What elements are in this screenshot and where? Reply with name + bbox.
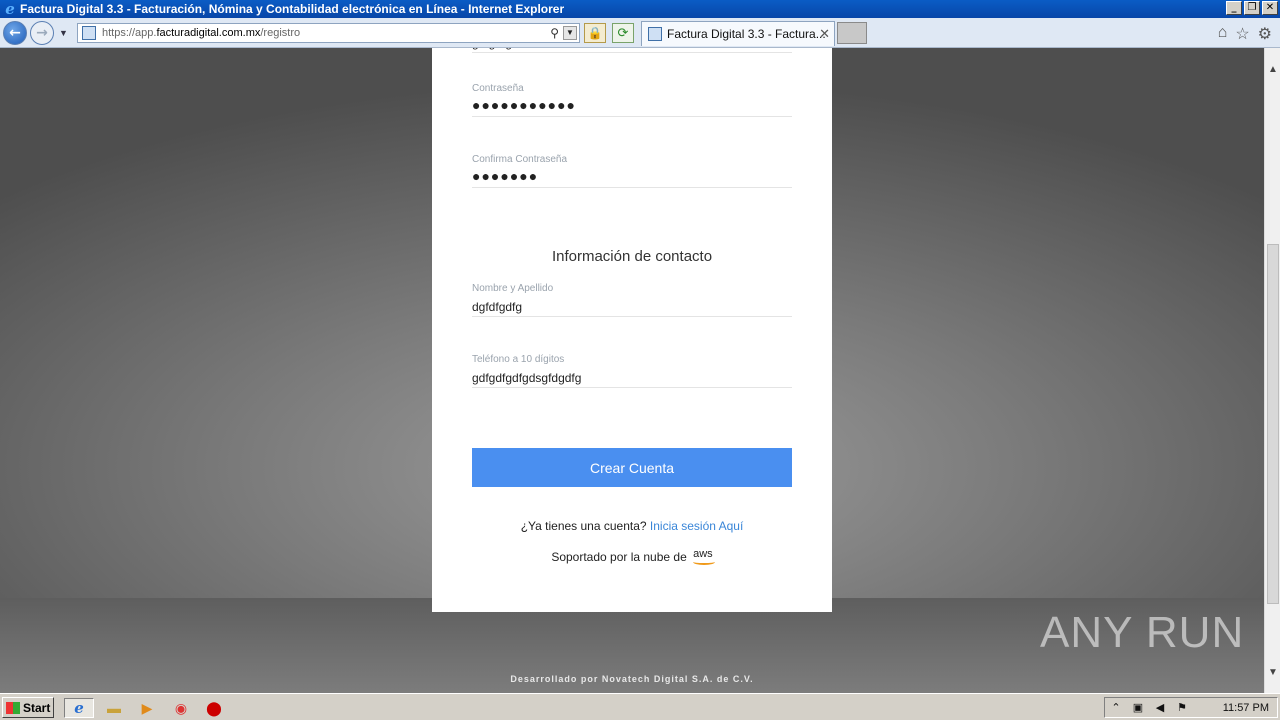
url-prefix: https://app. [102, 27, 157, 39]
login-prompt-text: ¿Ya tienes una cuenta? [520, 519, 647, 533]
tray-expand-icon[interactable]: ⌃ [1105, 701, 1127, 714]
page-viewport: gfdgdfgd Contraseña ●●●●●●●●●●● Confirma… [0, 48, 1264, 693]
window-title: Factura Digital 3.3 - Facturación, Nómin… [20, 2, 565, 16]
registration-card: gfdgdfgd Contraseña ●●●●●●●●●●● Confirma… [432, 48, 832, 612]
tab-favicon-icon [648, 27, 662, 41]
url-path: /registro [260, 27, 301, 39]
address-bar[interactable]: https://app. facturadigital.com.mx/regist… [77, 23, 580, 43]
forward-button[interactable]: → [30, 21, 54, 45]
top-field-value: gfdgdfgd [472, 48, 792, 52]
confirm-password-field[interactable]: Confirma Contraseña ●●●●●●● [472, 154, 792, 188]
browser-tab[interactable]: Factura Digital 3.3 - Factura... ✕ [641, 21, 835, 46]
taskbar-chrome-icon[interactable]: ◉ [171, 698, 191, 718]
windows-flag-icon [6, 701, 20, 714]
window-controls: _ ❐ ✕ [1226, 1, 1278, 15]
tray-clock[interactable]: 11:57 PM [1223, 702, 1269, 714]
restore-button[interactable]: ❐ [1244, 1, 1260, 15]
site-favicon-icon [82, 26, 96, 40]
tab-title: Factura Digital 3.3 - Factura... [667, 27, 826, 41]
aws-support-line: Soportado por la nube de aws [432, 548, 832, 565]
browser-toolbar-right: ⌂ ☆ ⚙ [1218, 24, 1272, 44]
taskbar-opera-icon[interactable]: ⬤ [204, 698, 224, 718]
password-label: Contraseña [472, 83, 524, 94]
scroll-up-icon[interactable]: ▲ [1265, 62, 1280, 78]
lock-icon[interactable]: 🔒 [584, 23, 606, 43]
history-dropdown-icon[interactable]: ▼ [59, 28, 68, 38]
refresh-icon[interactable]: ⟳ [612, 23, 634, 43]
window-titlebar: e Factura Digital 3.3 - Facturación, Nóm… [0, 0, 1280, 18]
browser-navbar: ← → ▼ https://app. facturadigital.com.mx /… [0, 18, 1280, 48]
phone-value: gdfgdfgdfgdsgfdgdfg [472, 371, 582, 385]
ie-logo-icon: e [5, 0, 15, 18]
taskbar: Start e ▬ ▶ ◉ ⬤ ⌃ ▣ ◀ ⚑ 11:57 PM [0, 693, 1280, 720]
url-host: facturadigital.com.mx [156, 27, 261, 39]
favorites-star-icon[interactable]: ☆ [1235, 24, 1249, 44]
password-field[interactable]: Contraseña ●●●●●●●●●●● [472, 83, 792, 117]
new-tab-button[interactable] [837, 22, 867, 44]
tray-volume-icon[interactable]: ◀ [1149, 701, 1171, 714]
name-value: dgfdfgdfg [472, 300, 523, 314]
close-button[interactable]: ✕ [1262, 1, 1278, 15]
taskbar-ie-icon[interactable]: e [64, 698, 94, 718]
footer-credit: Desarrollado por Novatech Digital S.A. d… [510, 674, 754, 684]
start-button[interactable]: Start [2, 697, 54, 718]
scroll-down-icon[interactable]: ▼ [1265, 665, 1280, 681]
settings-gear-icon[interactable]: ⚙ [1258, 24, 1272, 44]
taskbar-media-player-icon[interactable]: ▶ [137, 698, 157, 718]
top-field[interactable]: gfdgdfgd [472, 48, 792, 53]
contact-section-title: Información de contacto [551, 248, 713, 265]
password-value: ●●●●●●●●●●● [472, 97, 577, 113]
address-dropdown-icon[interactable]: ▼ [563, 26, 577, 40]
tab-close-icon[interactable]: ✕ [819, 26, 830, 42]
back-button[interactable]: ← [3, 21, 27, 45]
phone-label: Teléfono a 10 dígitos [472, 354, 565, 365]
minimize-button[interactable]: _ [1226, 1, 1242, 15]
name-label: Nombre y Apellido [472, 283, 554, 294]
confirm-password-label: Confirma Contraseña [472, 154, 568, 165]
name-field[interactable]: Nombre y Apellido dgfdfgdfg [472, 283, 792, 317]
aws-logo: aws [693, 548, 715, 565]
start-label: Start [23, 700, 51, 715]
login-link[interactable]: Inicia sesión Aquí [650, 519, 743, 533]
login-prompt-line: ¿Ya tienes una cuenta? Inicia sesión Aqu… [432, 519, 832, 533]
scroll-thumb[interactable] [1267, 244, 1279, 604]
supported-by-text: Soportado por la nube de [551, 550, 687, 564]
taskbar-folder-icon[interactable]: ▬ [104, 698, 124, 718]
home-icon[interactable]: ⌂ [1218, 24, 1228, 44]
anyrun-watermark: ANY RUN [1040, 608, 1245, 657]
tray-flag-icon[interactable]: ⚑ [1171, 701, 1193, 714]
system-tray: ⌃ ▣ ◀ ⚑ 11:57 PM [1104, 697, 1278, 718]
vertical-scrollbar[interactable]: ▲ ▼ [1264, 48, 1280, 693]
phone-field[interactable]: Teléfono a 10 dígitos gdfgdfgdfgdsgfdgdf… [472, 354, 792, 388]
tray-network-icon[interactable]: ▣ [1127, 701, 1149, 714]
search-icon[interactable]: ⚲ [550, 26, 559, 40]
create-account-button[interactable]: Crear Cuenta [472, 448, 792, 487]
confirm-password-value: ●●●●●●● [472, 168, 539, 184]
